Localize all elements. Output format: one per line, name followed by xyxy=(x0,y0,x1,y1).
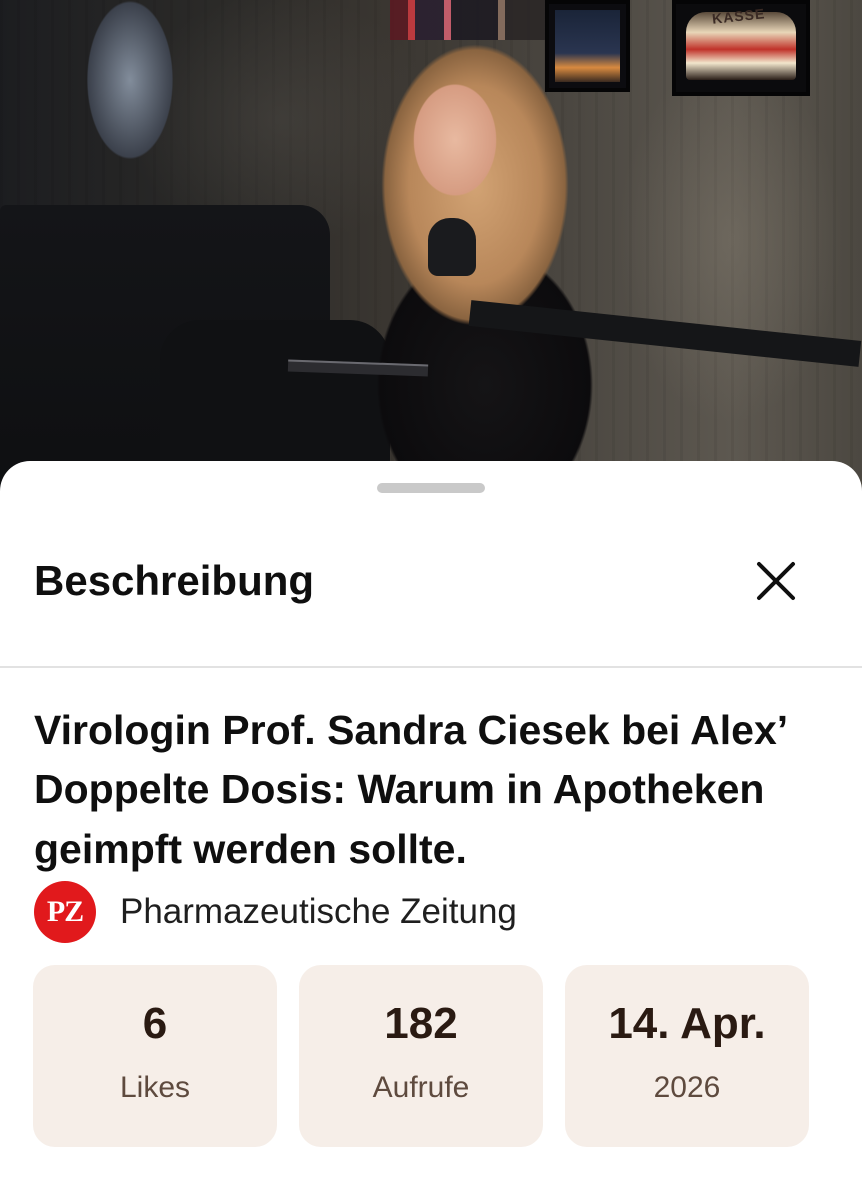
video-title: Virologin Prof. Sandra Ciesek bei Alex’ … xyxy=(34,707,786,872)
stat-card-views: 182 Aufrufe xyxy=(299,965,543,1147)
channel-row[interactable]: PZ Pharmazeutische Zeitung xyxy=(34,881,517,943)
publish-year: 2026 xyxy=(653,1071,721,1104)
publish-date: 14. Apr. xyxy=(608,999,766,1048)
video-player[interactable]: KASSE xyxy=(0,0,862,500)
likes-count: 6 xyxy=(142,999,168,1048)
microphone xyxy=(428,218,476,276)
sheet-title: Beschreibung xyxy=(34,557,315,604)
views-count: 182 xyxy=(384,999,458,1048)
header-divider xyxy=(0,666,862,668)
channel-avatar[interactable]: PZ xyxy=(34,881,96,943)
person-face xyxy=(395,60,515,220)
description-sheet: Beschreibung Virologin Prof. Sandra Cies… xyxy=(0,461,862,1200)
sheet-drag-handle[interactable] xyxy=(377,483,485,493)
channel-logo-text: PZ xyxy=(46,895,84,928)
views-label: Aufrufe xyxy=(372,1071,470,1104)
channel-name[interactable]: Pharmazeutische Zeitung xyxy=(120,892,517,932)
stats-row: 6 Likes 182 Aufrufe 14. Apr. 2026 xyxy=(33,965,809,1147)
stat-card-date: 14. Apr. 2026 xyxy=(565,965,809,1147)
close-icon xyxy=(757,562,795,600)
close-button[interactable] xyxy=(744,549,808,613)
statue-decor xyxy=(70,0,200,210)
stat-card-likes: 6 Likes xyxy=(33,965,277,1147)
likes-label: Likes xyxy=(119,1071,191,1104)
